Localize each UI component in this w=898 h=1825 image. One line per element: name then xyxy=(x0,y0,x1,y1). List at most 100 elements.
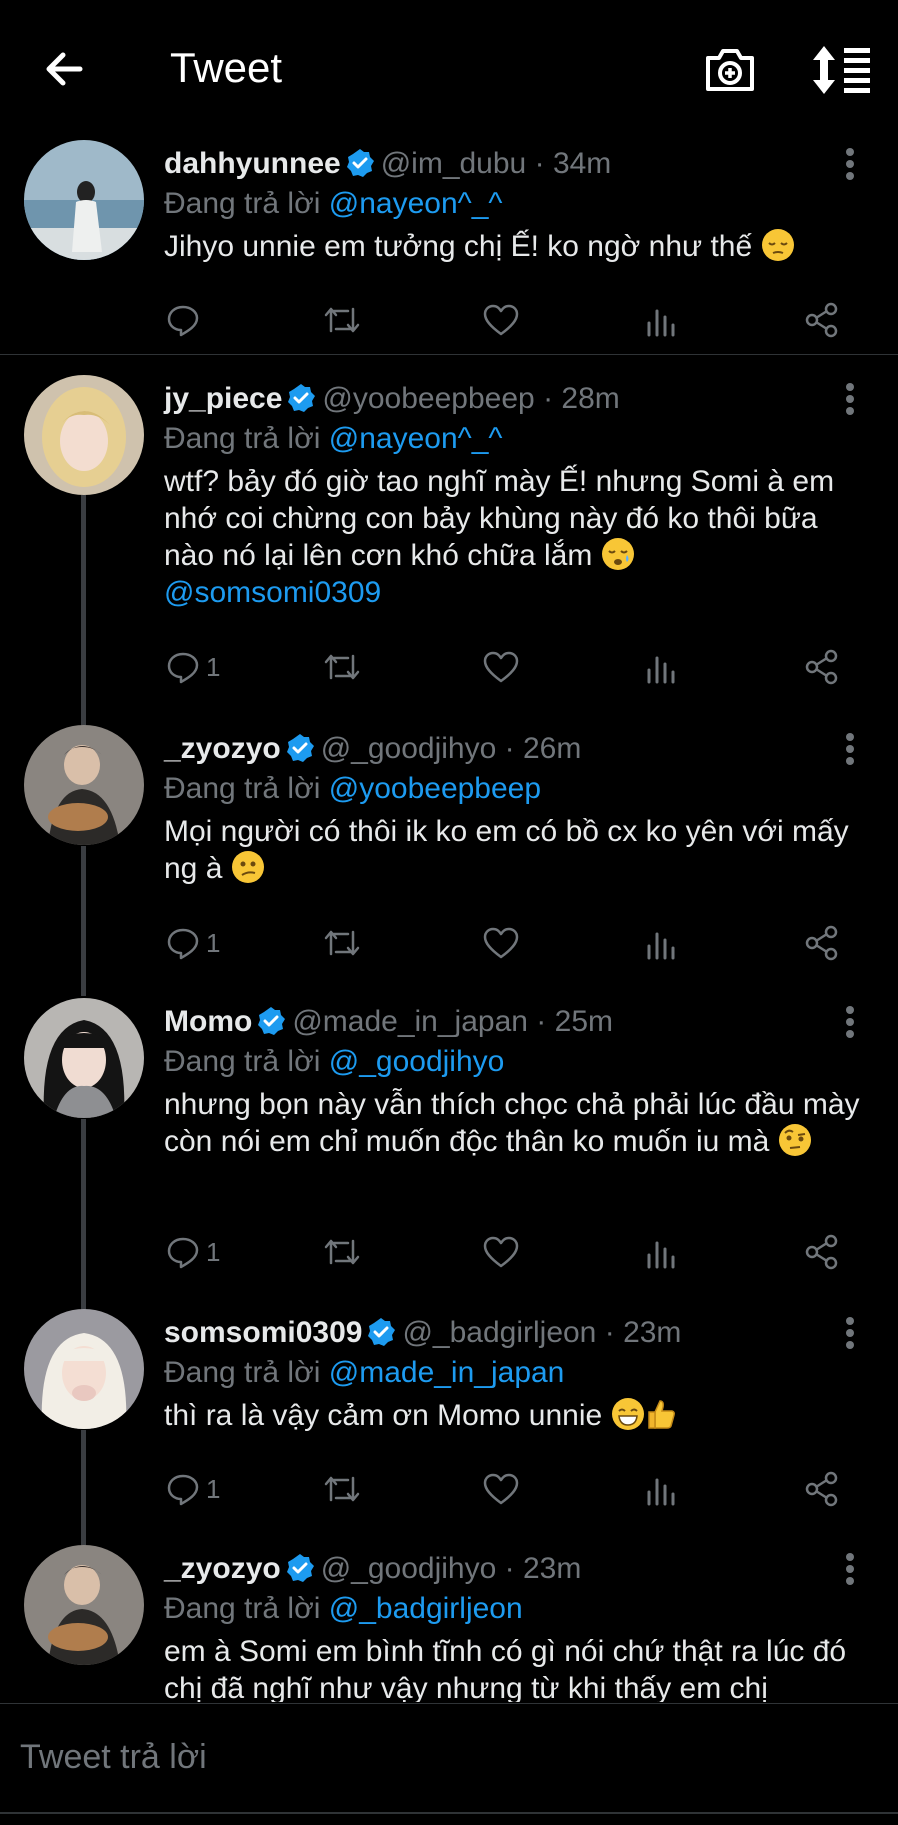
share-icon xyxy=(805,649,838,685)
share-button[interactable] xyxy=(804,645,840,689)
separator: · xyxy=(604,1316,615,1349)
reply-mention[interactable]: @_badgirljeon xyxy=(329,1592,523,1625)
avatar[interactable] xyxy=(24,375,144,495)
like-button[interactable] xyxy=(482,645,520,689)
display-name[interactable]: Momo xyxy=(164,1005,252,1038)
like-button[interactable] xyxy=(482,298,520,342)
reply-mention[interactable]: @nayeon^_^ xyxy=(329,187,503,220)
display-name[interactable]: _zyozyo xyxy=(164,732,281,765)
like-button[interactable] xyxy=(482,1467,520,1511)
separator: · xyxy=(504,732,515,765)
avatar[interactable] xyxy=(24,1545,144,1665)
handle[interactable]: @_goodjihyo xyxy=(321,1552,497,1585)
reply-prefix: Đang trả lời xyxy=(164,772,321,805)
more-icon[interactable] xyxy=(840,729,860,769)
sort-icon[interactable] xyxy=(810,42,874,98)
share-button[interactable] xyxy=(804,1467,840,1511)
stats-button[interactable] xyxy=(644,1230,678,1274)
timestamp[interactable]: 34m xyxy=(553,147,611,180)
avatar[interactable] xyxy=(24,725,144,845)
share-icon xyxy=(805,1234,838,1270)
like-button[interactable] xyxy=(482,1230,520,1274)
reply-mention[interactable]: @_goodjihyo xyxy=(329,1045,505,1078)
reply-button[interactable] xyxy=(166,298,206,342)
reply-count: 1 xyxy=(206,1473,221,1504)
share-button[interactable] xyxy=(804,1230,840,1274)
retweet-button[interactable] xyxy=(322,1467,362,1511)
timestamp[interactable]: 23m xyxy=(523,1552,581,1585)
top-bar: Tweet xyxy=(0,0,898,138)
stats-button[interactable] xyxy=(644,1467,678,1511)
tweet-body: Jihyo unnie em tưởng chị Ế! ko ngờ như t… xyxy=(164,230,753,263)
timestamp[interactable]: 23m xyxy=(623,1316,681,1349)
thread-line xyxy=(81,495,86,730)
divider xyxy=(0,354,898,355)
share-icon xyxy=(805,1471,838,1507)
avatar[interactable] xyxy=(24,1309,144,1429)
reply-button[interactable]: 1 xyxy=(166,1467,220,1511)
grinning-face-emoji xyxy=(611,1398,644,1430)
reply-mention[interactable]: @nayeon^_^ xyxy=(329,422,503,455)
display-name[interactable]: _zyozyo xyxy=(164,1552,281,1585)
retweet-button[interactable] xyxy=(322,921,362,965)
verified-badge-icon xyxy=(258,1007,286,1035)
display-name[interactable]: dahhyunnee xyxy=(164,147,341,180)
retweet-button[interactable] xyxy=(322,645,362,689)
separator: · xyxy=(504,1552,515,1585)
reply-button[interactable]: 1 xyxy=(166,1230,220,1274)
reply-count: 1 xyxy=(206,651,221,682)
stats-button[interactable] xyxy=(644,298,678,342)
back-arrow-icon[interactable] xyxy=(40,44,90,94)
body-mention[interactable]: @somsomi0309 xyxy=(164,574,874,611)
reply-input[interactable]: Tweet trả lời xyxy=(20,1738,207,1777)
timestamp[interactable]: 25m xyxy=(555,1005,613,1038)
tweet-text: nhưng bọn này vẫn thích chọc chả phải lú… xyxy=(164,1086,874,1160)
display-name[interactable]: somsomi0309 xyxy=(164,1316,362,1349)
share-button[interactable] xyxy=(804,298,840,342)
like-icon xyxy=(483,651,519,683)
tweet-text: em à Somi em bình tĩnh có gì nói chứ thậ… xyxy=(164,1633,874,1707)
avatar[interactable] xyxy=(24,140,144,260)
timestamp[interactable]: 28m xyxy=(561,382,619,415)
reply-icon xyxy=(167,1237,199,1269)
more-icon[interactable] xyxy=(840,144,860,184)
reply-button[interactable]: 1 xyxy=(166,921,220,965)
retweet-icon xyxy=(324,930,360,956)
handle[interactable]: @im_dubu xyxy=(381,147,527,180)
handle[interactable]: @yoobeepbeep xyxy=(322,382,534,415)
reply-mention[interactable]: @made_in_japan xyxy=(329,1356,565,1389)
tweet-actions xyxy=(0,298,898,342)
stats-button[interactable] xyxy=(644,645,678,689)
handle[interactable]: @_badgirljeon xyxy=(402,1316,596,1349)
tweet-body: Mọi người có thôi ik ko em có bồ cx ko y… xyxy=(164,815,849,885)
handle[interactable]: @made_in_japan xyxy=(292,1005,528,1038)
tweet-text: Jihyo unnie em tưởng chị Ế! ko ngờ như t… xyxy=(164,228,874,265)
handle[interactable]: @_goodjihyo xyxy=(321,732,497,765)
more-icon[interactable] xyxy=(840,379,860,419)
thumbs-up-emoji xyxy=(647,1400,675,1429)
camera-plus-icon[interactable] xyxy=(704,44,756,94)
like-button[interactable] xyxy=(482,921,520,965)
verified-badge-icon xyxy=(286,734,314,762)
reply-button[interactable]: 1 xyxy=(166,645,220,689)
retweet-button[interactable] xyxy=(322,1230,362,1274)
more-icon[interactable] xyxy=(840,1313,860,1353)
thread-line xyxy=(81,1119,86,1314)
replying-to: Đang trả lời @yoobeepbeep xyxy=(164,769,541,809)
more-icon[interactable] xyxy=(840,1549,860,1589)
reply-mention[interactable]: @yoobeepbeep xyxy=(329,772,541,805)
stats-button[interactable] xyxy=(644,921,678,965)
retweet-icon xyxy=(324,307,360,333)
timestamp[interactable]: 26m xyxy=(523,732,581,765)
retweet-icon xyxy=(324,654,360,680)
replying-to: Đang trả lời @nayeon^_^ xyxy=(164,184,502,224)
retweet-button[interactable] xyxy=(322,298,362,342)
more-icon[interactable] xyxy=(840,1002,860,1042)
tweet-actions: 1 xyxy=(0,1467,898,1511)
share-button[interactable] xyxy=(804,921,840,965)
display-name[interactable]: jy_piece xyxy=(164,382,282,415)
replying-to: Đang trả lời @_badgirljeon xyxy=(164,1589,523,1629)
verified-badge-icon xyxy=(346,149,374,177)
avatar[interactable] xyxy=(24,998,144,1118)
face-raised-eyebrow-emoji xyxy=(778,1124,811,1156)
